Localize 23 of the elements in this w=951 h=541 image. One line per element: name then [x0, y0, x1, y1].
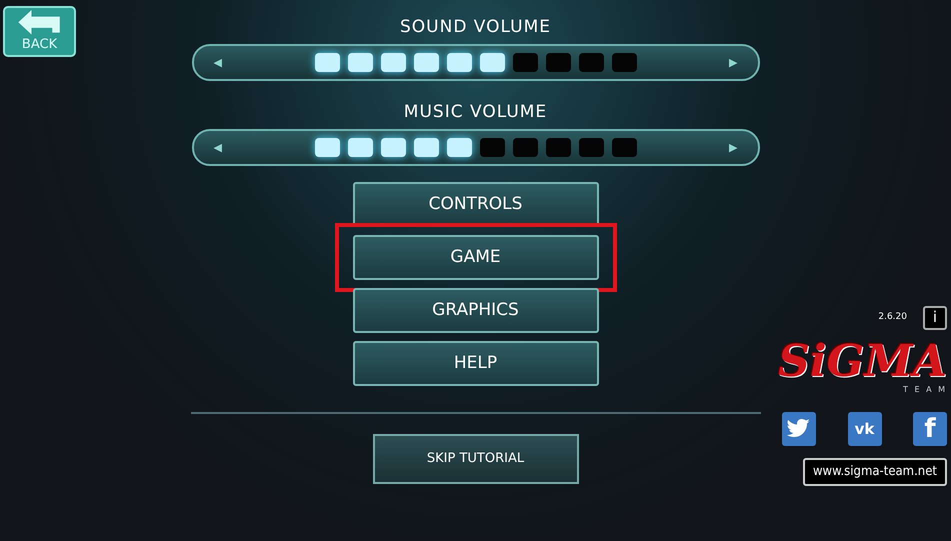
- back-arrow-icon: [16, 10, 62, 34]
- volume-slider[interactable]: ◀ ▶: [192, 44, 760, 81]
- menu-button[interactable]: GAME: [352, 235, 598, 280]
- increase-arrow[interactable]: ▶: [729, 142, 738, 153]
- website-link[interactable]: www.sigma-team.net: [802, 458, 947, 486]
- logo-subtitle: T E A M: [903, 384, 947, 396]
- back-button[interactable]: BACK: [3, 6, 76, 57]
- menu-button[interactable]: GRAPHICS: [352, 288, 598, 333]
- decrease-arrow[interactable]: ◀: [214, 57, 222, 68]
- menu-button[interactable]: HELP: [352, 341, 598, 386]
- vk-button[interactable]: vk: [848, 412, 882, 446]
- decrease-arrow[interactable]: ◀: [214, 142, 222, 153]
- bird-icon: [787, 419, 811, 439]
- info-button[interactable]: i: [923, 306, 947, 330]
- volume-label: MUSIC VOLUME: [404, 101, 548, 124]
- volume-slider[interactable]: ◀ ▶: [192, 129, 760, 166]
- increase-arrow[interactable]: ▶: [729, 57, 738, 68]
- volume-label: SOUND VOLUME: [400, 16, 551, 39]
- skip-tutorial-button[interactable]: SKIP TUTORIAL: [372, 434, 578, 484]
- facebook-button[interactable]: f: [913, 412, 947, 446]
- logo-text: SiGMA: [778, 340, 947, 384]
- version-text: 2.6.20: [878, 311, 907, 324]
- twitter-button[interactable]: [782, 412, 816, 446]
